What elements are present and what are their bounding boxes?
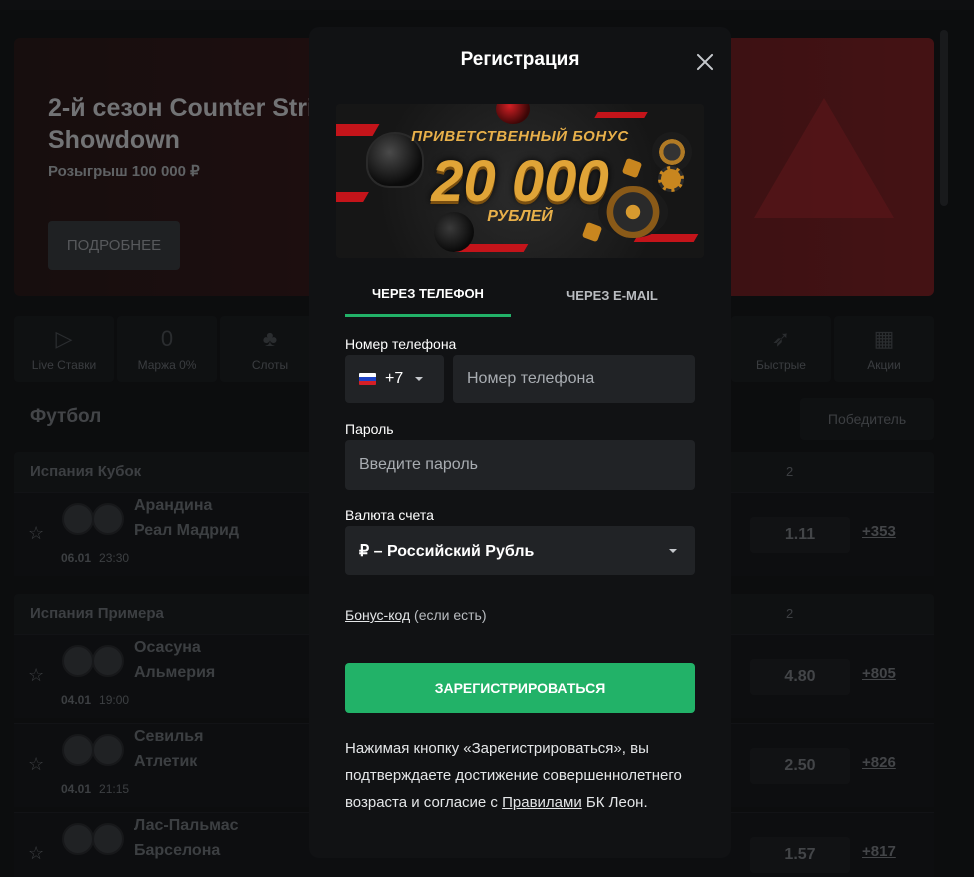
bonus-code-link[interactable]: Бонус-код	[345, 607, 410, 623]
tab-email[interactable]: ЧЕРЕЗ E-MAIL	[529, 273, 695, 317]
terms-suffix: БК Леон.	[581, 794, 648, 811]
banner-stripe	[594, 112, 648, 118]
bonus-code-row: Бонус-код (если есть)	[345, 607, 487, 623]
bonus-banner: ПРИВЕТСТВЕННЫЙ БОНУС 20 000 РУБЛЕЙ	[336, 104, 704, 258]
password-label: Пароль	[345, 421, 394, 437]
country-code-value: +7	[385, 370, 404, 387]
tab-phone[interactable]: ЧЕРЕЗ ТЕЛЕФОН	[345, 273, 511, 317]
bonus-code-hint: (если есть)	[410, 607, 487, 623]
chevron-down-icon	[669, 548, 677, 553]
banner-amount: 20 000	[431, 149, 609, 214]
currency-label: Валюта счета	[345, 507, 434, 523]
registration-modal: Регистрация ПРИВЕТСТВЕННЫЙ БОНУС 20 000 …	[309, 27, 731, 858]
banner-currency: РУБЛЕЙ	[487, 208, 553, 225]
terms-text: Нажимая кнопку «Зарегистрироваться», вы …	[345, 735, 705, 816]
close-icon[interactable]	[694, 51, 716, 73]
modal-title: Регистрация	[460, 49, 580, 70]
registration-method-tabs: ЧЕРЕЗ ТЕЛЕФОН ЧЕРЕЗ E-MAIL	[345, 273, 695, 317]
currency-value: ₽ – Российский Рубль	[359, 542, 535, 560]
phone-input[interactable]: Номер телефона	[453, 355, 695, 403]
banner-heading: ПРИВЕТСТВЕННЫЙ БОНУС	[411, 128, 629, 145]
rules-link[interactable]: Правилами	[502, 794, 582, 811]
phone-label: Номер телефона	[345, 336, 457, 352]
password-input[interactable]: Введите пароль	[345, 440, 695, 490]
currency-select[interactable]: ₽ – Российский Рубль	[345, 526, 695, 575]
country-code-select[interactable]: +7	[345, 355, 444, 403]
register-button[interactable]: ЗАРЕГИСТРИРОВАТЬСЯ	[345, 663, 695, 713]
chevron-down-icon	[415, 377, 424, 381]
ball-icon	[496, 104, 530, 124]
russia-flag-icon	[359, 373, 376, 385]
